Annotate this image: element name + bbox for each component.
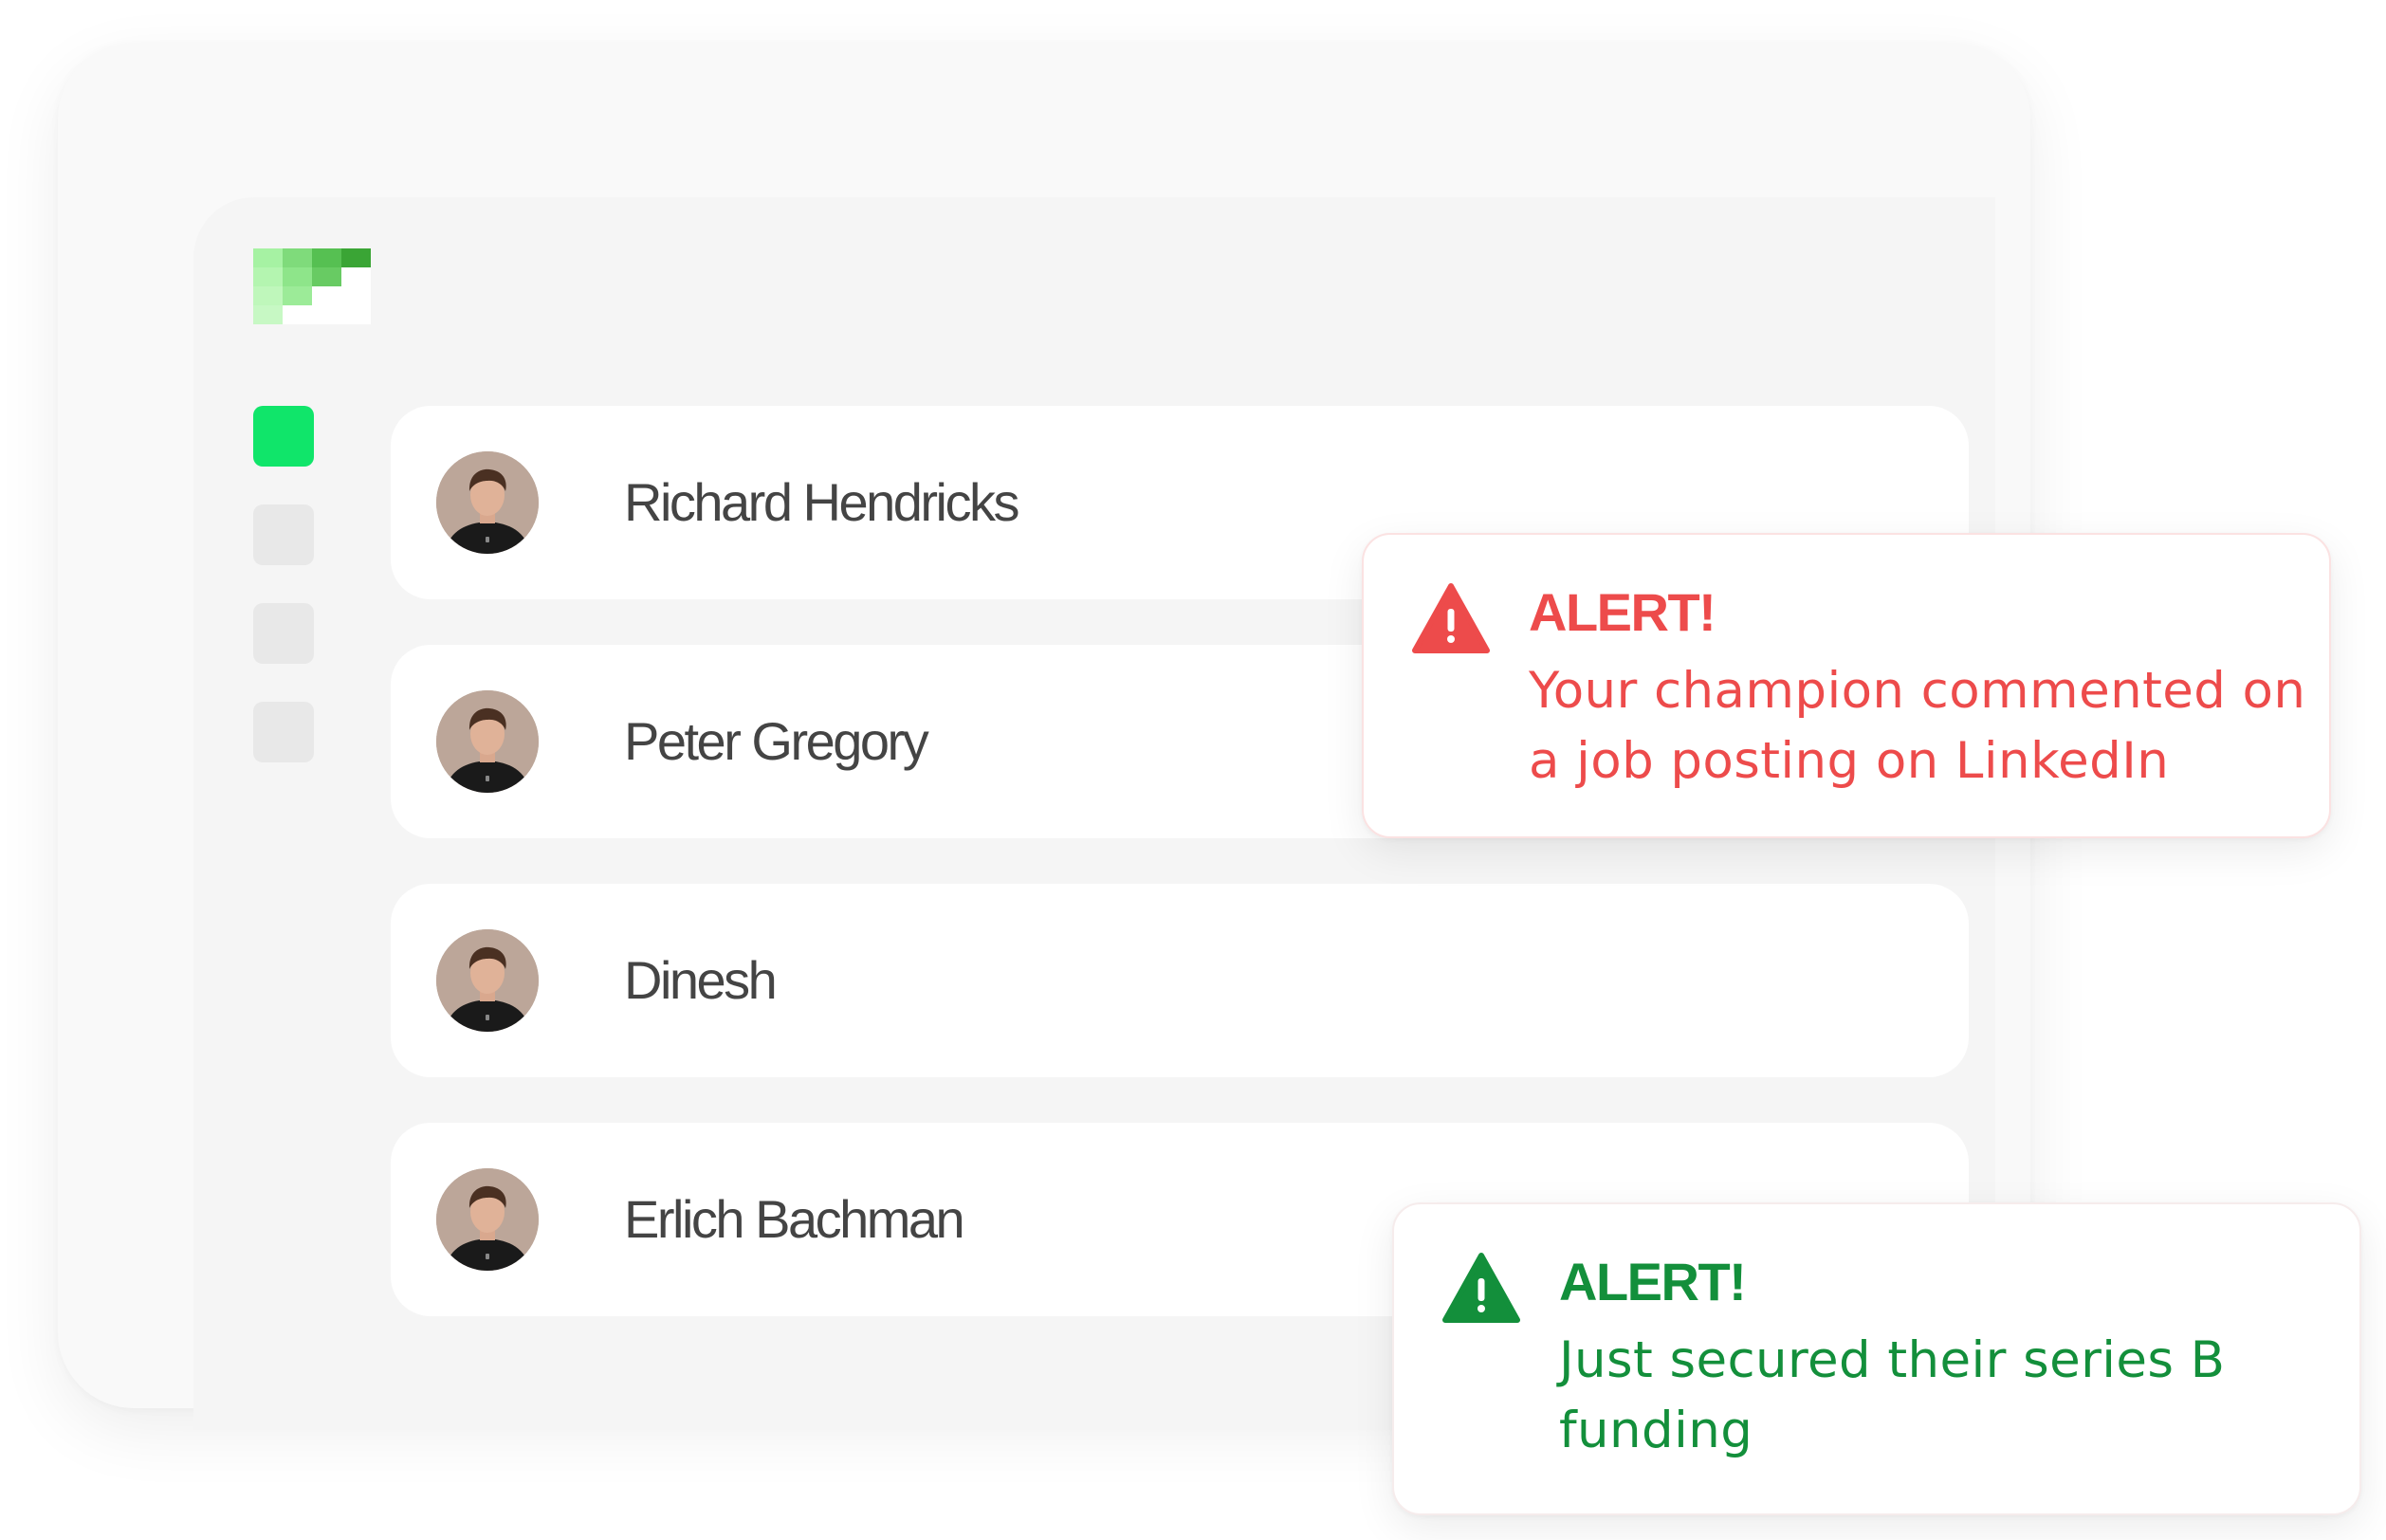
sidebar-item-2[interactable] (253, 504, 314, 565)
warning-triangle-icon (1441, 1252, 1521, 1324)
logo-icon[interactable] (253, 248, 371, 324)
sidebar-item-1[interactable] (253, 406, 314, 467)
contact-name: Erlich Bachman (624, 1189, 965, 1249)
sidebar-item-4[interactable] (253, 702, 314, 762)
avatar (436, 929, 539, 1032)
avatar (436, 451, 539, 554)
alert-card-funding[interactable]: ALERT! Just secured their series B fundi… (1392, 1202, 2361, 1515)
warning-triangle-icon (1411, 582, 1491, 654)
avatar (436, 690, 539, 793)
contact-row[interactable]: Dinesh (391, 884, 1969, 1077)
contact-name: Peter Gregory (624, 711, 929, 771)
alert-message: Just secured their series B funding (1559, 1331, 2226, 1459)
alert-title: ALERT! (1529, 582, 1716, 642)
alert-title: ALERT! (1559, 1252, 1747, 1311)
alert-card-linkedin[interactable]: ALERT! Your champion commented on a job … (1362, 533, 2331, 838)
alert-message: Your champion commented on a job posting… (1529, 662, 2306, 790)
stage: Richard Hendricks Peter Gregory Dinesh E… (0, 0, 2386, 1540)
sidebar-item-3[interactable] (253, 603, 314, 664)
contact-name: Richard Hendricks (624, 472, 1020, 532)
avatar (436, 1168, 539, 1271)
contact-name: Dinesh (624, 950, 778, 1010)
